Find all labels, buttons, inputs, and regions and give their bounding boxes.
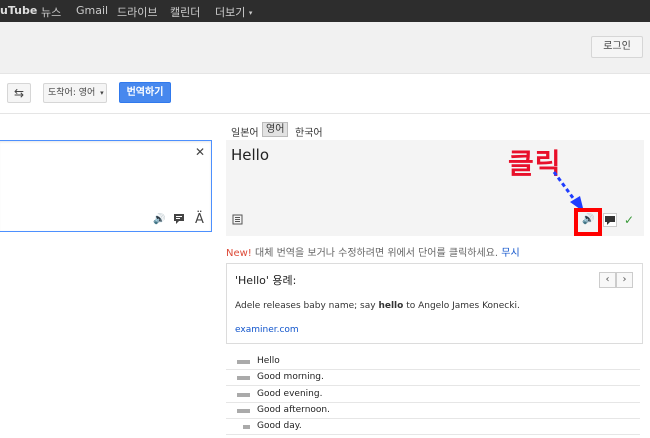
feedback-icon[interactable] — [603, 213, 617, 227]
nav-news[interactable]: 뉴스 — [41, 4, 61, 20]
nav-more[interactable]: 더보기 ▾ — [215, 4, 252, 20]
hint-text: New! 대체 번역을 보거나 수정하려면 위에서 단어를 클릭하세요. 무시 — [226, 244, 520, 259]
tab-english[interactable]: 영어 — [262, 122, 289, 137]
translate-button[interactable]: 번역하기 — [119, 82, 171, 103]
chevron-right-icon: › — [622, 274, 627, 285]
tab-japanese[interactable]: 일본어 — [231, 124, 259, 139]
virtual-keyboard-icon[interactable] — [173, 213, 185, 225]
tab-korean[interactable]: 한국어 — [295, 124, 323, 139]
top-nav-bar: uTube 뉴스 Gmail 드라이브 캘린더 더보기 ▾ — [0, 0, 650, 22]
nav-gmail[interactable]: Gmail — [76, 4, 108, 17]
nav-more-label: 더보기 — [215, 6, 246, 19]
prev-example-button[interactable]: ‹ — [599, 272, 616, 288]
alternative-row[interactable]: Good morning. — [226, 370, 640, 387]
annotation-highlight-box — [574, 208, 602, 236]
alternative-text[interactable]: Good afternoon. — [257, 405, 330, 415]
hint-message: 대체 번역을 보거나 수정하려면 위에서 단어를 클릭하세요. — [251, 248, 502, 259]
target-language-label: 도착어: 영어 — [48, 88, 96, 98]
next-example-button[interactable]: › — [616, 272, 633, 288]
alternative-row[interactable]: Good day. — [226, 419, 640, 436]
new-badge: New! — [226, 248, 252, 259]
alternative-text[interactable]: Hello — [257, 356, 280, 366]
chevron-down-icon: ▾ — [248, 9, 253, 17]
target-language-select[interactable]: 도착어: 영어 ▾ — [43, 83, 107, 103]
page-header: 로그인 — [0, 22, 650, 74]
source-text-input[interactable]: ✕ 🔊 Ä — [0, 140, 212, 232]
alternative-text[interactable]: Good evening. — [257, 389, 322, 399]
example-sentence-start: Adele releases baby name; say — [235, 301, 379, 311]
example-sentence: Adele releases baby name; say hello to A… — [235, 301, 520, 311]
nav-drive[interactable]: 드라이브 — [117, 4, 157, 20]
translation-result-text[interactable]: Hello — [231, 146, 269, 164]
example-sentence-end: to Angelo James Konecki. — [403, 301, 520, 311]
divider — [0, 113, 650, 114]
examples-title: 'Hello' 용례: — [235, 274, 297, 287]
alternative-row[interactable]: Hello — [226, 354, 640, 370]
clear-icon[interactable]: ✕ — [195, 145, 205, 159]
chevron-left-icon: ‹ — [605, 274, 610, 285]
swap-languages-button[interactable]: ⇆ — [7, 83, 31, 103]
alternative-text[interactable]: Good morning. — [257, 372, 324, 382]
nav-calendar[interactable]: 캘린더 — [170, 4, 200, 20]
nav-youtube[interactable]: uTube — [0, 4, 37, 17]
example-highlight-word: hello — [378, 301, 404, 311]
frequency-bar — [237, 408, 250, 413]
frequency-bar — [237, 360, 250, 364]
chevron-down-icon: ▾ — [100, 89, 104, 97]
swap-icon: ⇆ — [13, 86, 25, 100]
alternative-row[interactable]: Good afternoon. — [226, 403, 640, 419]
speaker-icon[interactable]: 🔊 — [153, 214, 165, 225]
alternative-row[interactable]: Good evening. — [226, 387, 640, 403]
dismiss-link[interactable]: 무시 — [501, 248, 519, 259]
font-options-icon[interactable]: Ä — [195, 212, 204, 227]
frequency-bar — [237, 376, 250, 381]
login-button[interactable]: 로그인 — [591, 36, 643, 58]
frequency-bar — [237, 392, 250, 397]
alternative-text[interactable]: Good day. — [257, 421, 302, 431]
frequency-bar — [243, 425, 250, 430]
list-icon[interactable] — [231, 214, 243, 226]
check-icon[interactable]: ✓ — [624, 213, 634, 227]
example-source-link[interactable]: examiner.com — [235, 325, 299, 335]
usage-examples-card: 'Hello' 용례: ‹ › Adele releases baby name… — [226, 263, 643, 344]
